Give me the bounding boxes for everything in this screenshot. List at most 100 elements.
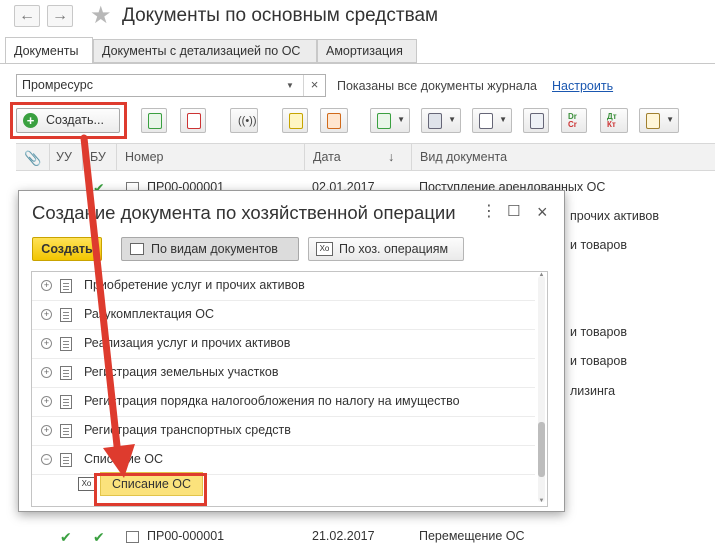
column-separator — [304, 144, 305, 171]
posted-check-icon: ✔ — [93, 529, 105, 545]
document-group-icon — [60, 279, 72, 293]
row-doc-type: и товаров — [570, 325, 627, 339]
back-button[interactable]: ← — [14, 5, 40, 27]
printer-icon — [428, 113, 442, 129]
paperclip-icon[interactable]: 📎 — [24, 150, 41, 167]
debit-kredit-icon: Дт Кт — [607, 112, 617, 129]
create-based-on-button[interactable]: ▼ — [370, 108, 410, 133]
chevron-down-icon: ▼ — [397, 115, 405, 124]
by-document-types-button[interactable]: По видам документов — [121, 237, 299, 261]
list-item-label: Реализация услуг и прочих активов — [84, 336, 291, 350]
copy-document-button[interactable] — [141, 108, 167, 133]
operation-list[interactable]: + Приобретение услуг и прочих активов + … — [31, 271, 548, 507]
star-icon[interactable]: ★ — [90, 2, 112, 30]
dt-kt-button[interactable]: Дт Кт — [600, 108, 628, 133]
page-title: Документы по основным средствам — [122, 5, 439, 26]
list-item[interactable]: + Регистрация транспортных средств — [32, 417, 535, 446]
posted-check-icon: ✔ — [60, 529, 72, 545]
chevron-down-icon: ▼ — [448, 115, 456, 124]
document-group-icon — [60, 337, 72, 351]
column-date[interactable]: Дата — [313, 150, 341, 164]
list-item[interactable]: + Разукомплектация ОС — [32, 301, 535, 330]
list-view-button[interactable] — [523, 108, 549, 133]
column-bu[interactable]: БУ — [90, 150, 106, 164]
column-doc-type[interactable]: Вид документа — [420, 150, 507, 164]
reports-button[interactable]: ▼ — [472, 108, 512, 133]
title-bar: ← → ★ Документы по основным средствам — [0, 0, 715, 34]
more-icon[interactable]: ⋮ — [481, 203, 497, 221]
close-icon[interactable]: × — [537, 203, 548, 221]
dialog-title: Создание документа по хозяйственной опер… — [32, 202, 456, 223]
by-operations-label: По хоз. операциям — [339, 242, 449, 256]
column-separator — [116, 144, 117, 171]
expand-icon[interactable]: + — [41, 425, 52, 436]
row-doc-type: и товаров — [570, 354, 627, 368]
column-number[interactable]: Номер — [125, 150, 163, 164]
row-doc-type: и товаров — [570, 238, 627, 252]
organization-field[interactable]: Промресурс ▼ × — [16, 74, 326, 97]
expand-icon[interactable]: + — [41, 367, 52, 378]
tabs-divider — [0, 63, 715, 64]
unpost-document-button[interactable] — [320, 108, 348, 133]
column-separator — [49, 144, 50, 171]
document-group-icon — [60, 453, 72, 467]
report-icon — [479, 113, 493, 129]
list-item[interactable]: + Реализация услуг и прочих активов — [32, 330, 535, 359]
highlight-create-button — [10, 102, 127, 139]
expand-icon[interactable]: + — [41, 396, 52, 407]
list-item[interactable]: + Регистрация земельных участков — [32, 359, 535, 388]
add-doc-icon — [148, 113, 162, 129]
xo-icon: Xo — [78, 477, 95, 491]
maximize-icon[interactable]: ☐ — [507, 203, 520, 221]
highlight-selected-item — [94, 473, 207, 506]
list-item-label: Регистрация земельных участков — [84, 365, 279, 379]
dialog-create-button[interactable]: Создать — [32, 237, 102, 261]
attachments-button[interactable]: ▼ — [639, 108, 679, 133]
scroll-up-icon[interactable]: ▲ — [538, 272, 545, 280]
document-icon — [126, 531, 139, 543]
arrow-left-icon: ← — [19, 7, 35, 24]
clear-icon[interactable]: × — [303, 75, 325, 96]
post-button[interactable]: ((•)) — [230, 108, 258, 133]
configure-link[interactable]: Настроить — [552, 79, 613, 93]
expand-icon[interactable]: + — [41, 309, 52, 320]
chevron-down-icon: ▼ — [666, 115, 674, 124]
expand-icon[interactable]: + — [41, 338, 52, 349]
document-group-icon — [60, 366, 72, 380]
row-number: ПР00-000001 — [147, 529, 225, 543]
chevron-down-icon[interactable]: ▼ — [279, 75, 301, 96]
column-separator — [411, 144, 412, 171]
list-icon — [530, 113, 544, 129]
document-group-icon — [60, 308, 72, 322]
by-document-types-label: По видам документов — [151, 242, 278, 256]
tab-documents[interactable]: Документы — [5, 37, 93, 64]
list-item[interactable]: + Приобретение услуг и прочих активов — [32, 272, 535, 301]
tab-documents-detailed[interactable]: Документы с детализацией по ОС — [93, 39, 317, 63]
broadcast-icon: ((•)) — [238, 115, 257, 127]
expand-icon[interactable]: + — [41, 280, 52, 291]
column-separator — [82, 144, 83, 171]
based-on-icon — [377, 113, 391, 129]
list-item-label: Списание ОС — [84, 452, 164, 466]
by-operations-button[interactable]: Xo По хоз. операциям — [308, 237, 464, 261]
list-icon — [130, 243, 144, 255]
list-item-label: Разукомплектация ОС — [84, 307, 215, 321]
forward-button[interactable]: → — [47, 5, 73, 27]
tab-bar: Документы Документы с детализацией по ОС… — [0, 37, 715, 64]
scroll-down-icon[interactable]: ▼ — [538, 498, 545, 506]
dr-cr-button[interactable]: Dr Cr — [561, 108, 587, 133]
post-document-button[interactable] — [282, 108, 308, 133]
arrow-right-icon: → — [52, 7, 68, 24]
collapse-icon[interactable]: − — [41, 454, 52, 465]
scrollbar-thumb[interactable] — [538, 422, 545, 477]
sort-down-icon[interactable]: ↓ — [388, 150, 394, 164]
list-item-label: Регистрация порядка налогообложения по н… — [84, 394, 460, 408]
grid-header: 📎 УУ БУ Номер Дата ↓ Вид документа — [16, 143, 715, 171]
mark-delete-button[interactable] — [180, 108, 206, 133]
organization-value: Промресурс — [22, 78, 93, 92]
print-button[interactable]: ▼ — [421, 108, 461, 133]
column-uu[interactable]: УУ — [56, 150, 72, 164]
list-item[interactable]: + Регистрация порядка налогообложения по… — [32, 388, 535, 417]
tab-amortization[interactable]: Амортизация — [317, 39, 417, 63]
list-item-expanded[interactable]: − Списание ОС — [32, 446, 535, 475]
